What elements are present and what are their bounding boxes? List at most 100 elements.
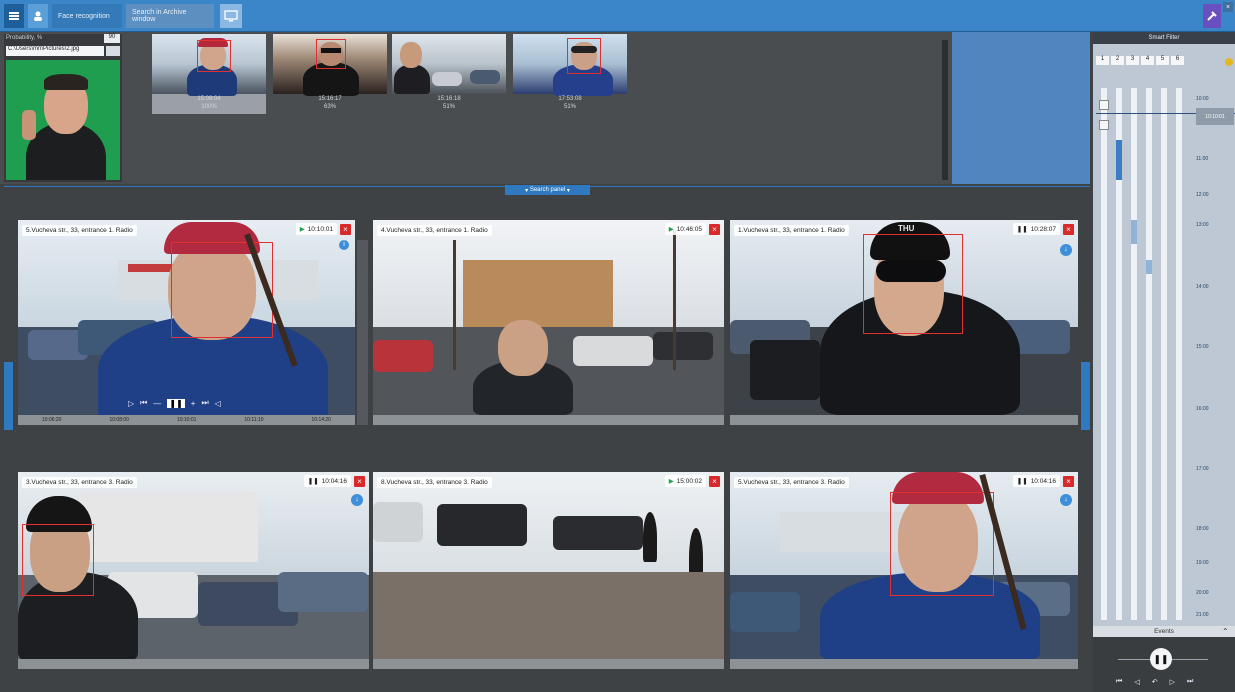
result-thumbnail[interactable]: 15:16:17 63% [273,34,387,114]
step-forward-icon[interactable]: ⏭ [201,398,208,408]
timeline-track[interactable] [1101,88,1107,620]
skip-back-icon[interactable]: ⏮ [1116,678,1122,686]
play-icon[interactable]: ▶ [300,225,305,233]
settings-icon[interactable] [1203,4,1221,28]
result-time: 15:16:17 [318,96,342,102]
result-time: 15:16:18 [437,96,461,102]
events-controls: ⏮ ◁ ↶ ▷ ⏭ [1116,678,1193,686]
pause-icon[interactable]: ❚❚ [1017,477,1028,485]
info-icon[interactable]: i [339,240,349,250]
step-back-icon[interactable]: ⏮ [140,398,147,408]
hour-label: 10:00 [1196,96,1209,102]
tab-face-recognition[interactable]: Face recognition [52,4,122,28]
info-icon[interactable]: ↓ [1060,244,1072,256]
result-score: 51% [563,104,576,110]
pause-icon[interactable]: ❚❚ [167,398,185,408]
camera-time: ❚❚ 10:04:16 [303,475,351,487]
pause-icon[interactable]: ❚❚ [308,477,319,485]
search-panel-label: Search panel [529,187,566,193]
camera-title: 8.Vucheva str., 33, entrance 3. Radio [377,476,492,488]
camera-tile[interactable]: 8.Vucheva str., 33, entrance 3. Radio ▶ 1… [373,472,724,669]
result-thumbnail[interactable]: 17:53:08 51% [513,34,627,114]
camera-title: 5.Vucheva str., 33, entrance 3. Radio [734,476,849,488]
close-icon[interactable]: × [1063,224,1074,235]
hour-label: 13:00 [1196,222,1209,228]
timeline-track[interactable] [1146,88,1152,620]
right-sidebar-tab[interactable] [1081,362,1090,430]
monitor-icon[interactable] [220,4,242,28]
result-thumbnail[interactable]: 15:08:04 100% [152,34,266,114]
collapse-icon[interactable]: ⌃ [1222,627,1229,636]
pause-button[interactable]: ❚❚ [1150,648,1172,670]
timeline-current-time: 10:10:01 [1196,108,1234,125]
camera-tile[interactable]: 5.Vucheva str., 33, entrance 3. Radio ❚❚… [730,472,1078,669]
timeline-cursor-bottom[interactable] [1099,120,1109,130]
top-toolbar: Face recognition Search in Archive windo… [0,0,1235,32]
info-icon[interactable]: ↓ [351,494,363,506]
camera-time: ❚❚ 10:28:07 [1012,223,1060,235]
skip-forward-icon[interactable]: ⏭ [1187,678,1193,686]
file-path-field[interactable]: C:\Users\mn\Pictures\2.jpg [6,46,104,56]
timeline-tick: 10:11:10 [244,417,264,423]
timeline-tick: 10:14:20 [311,417,331,423]
rewind-icon[interactable]: — [153,399,161,408]
camera-tile[interactable]: 4.Vucheva str., 33, entrance 1. Radio ▶ 1… [373,220,724,425]
skip-icon[interactable]: ◁ [215,399,221,408]
user-icon[interactable] [28,4,48,28]
column-header[interactable]: 1 [1096,56,1109,65]
close-icon[interactable]: × [709,476,720,487]
reference-photo-panel: Probability, % 90 C:\Users\mn\Pictures\2… [4,34,122,182]
timeline-track[interactable] [1176,88,1182,620]
timeline-segment[interactable] [1116,140,1122,180]
column-header[interactable]: 4 [1141,56,1154,65]
timeline-column-headers: 1 2 3 4 5 6 [1096,56,1196,66]
left-sidebar-tab[interactable] [4,362,13,430]
result-time: 15:08:04 [197,96,221,102]
results-scrollbar[interactable] [942,40,948,180]
loop-icon[interactable]: ↶ [1152,678,1158,686]
step-forward-icon[interactable]: ▷ [1170,678,1175,686]
result-thumbnail[interactable]: 15:16:18 51% [392,34,506,114]
play-icon[interactable]: ▶ [669,225,674,233]
menu-icon[interactable] [4,4,24,28]
column-header[interactable]: 5 [1156,56,1169,65]
tile-side-controls[interactable] [357,240,368,425]
window-close-icon[interactable]: × [1223,2,1233,12]
timeline-cursor-top[interactable] [1099,100,1109,110]
hour-label: 21:00 [1196,612,1209,618]
timeline-tick: 10:10:01 [176,417,197,423]
play-icon[interactable]: ▶ [669,477,674,485]
playback-controls: ▷ ⏮ — ❚❚ + ⏭ ◁ [128,398,221,408]
hour-label: 20:00 [1196,590,1209,596]
timeline-segment[interactable] [1146,260,1152,274]
hour-label: 12:00 [1196,192,1209,198]
events-title: Events [1093,626,1235,637]
search-panel-toggle[interactable]: ▾ Search panel ▾ [505,185,590,195]
camera-title: 3.Vucheva str., 33, entrance 3. Radio [22,476,137,488]
plus-icon[interactable]: + [191,399,196,408]
close-icon[interactable]: × [354,476,365,487]
step-back-icon[interactable]: ◁ [1134,678,1139,686]
probability-input[interactable]: 90 [104,34,120,43]
tab-archive-search[interactable]: Search in Archive window [126,4,214,28]
close-icon[interactable]: × [340,224,351,235]
result-time: 17:53:08 [558,96,582,102]
column-header[interactable]: 6 [1171,56,1184,65]
browse-button[interactable] [106,46,120,56]
camera-tile[interactable]: THU 1.Vucheva str., 33, entrance 1. Radi… [730,220,1078,425]
pause-icon[interactable]: ❚❚ [1017,225,1028,233]
column-header[interactable]: 2 [1111,56,1124,65]
timeline-track[interactable] [1131,88,1137,620]
column-header[interactable]: 3 [1126,56,1139,65]
close-icon[interactable]: × [709,224,720,235]
hour-label: 19:00 [1196,560,1209,566]
camera-time: ▶ 10:46:05 [664,223,706,235]
result-score: 63% [323,104,336,110]
camera-tile[interactable]: 3.Vucheva str., 33, entrance 3. Radio ❚❚… [18,472,369,669]
info-icon[interactable]: ↓ [1060,494,1072,506]
close-icon[interactable]: × [1063,476,1074,487]
timeline-segment[interactable] [1131,220,1137,244]
camera-tile[interactable]: 5.Vucheva str., 33, entrance 1. Radio ▶ 1… [18,220,355,425]
timeline-track[interactable] [1161,88,1167,620]
play-icon[interactable]: ▷ [128,399,134,408]
